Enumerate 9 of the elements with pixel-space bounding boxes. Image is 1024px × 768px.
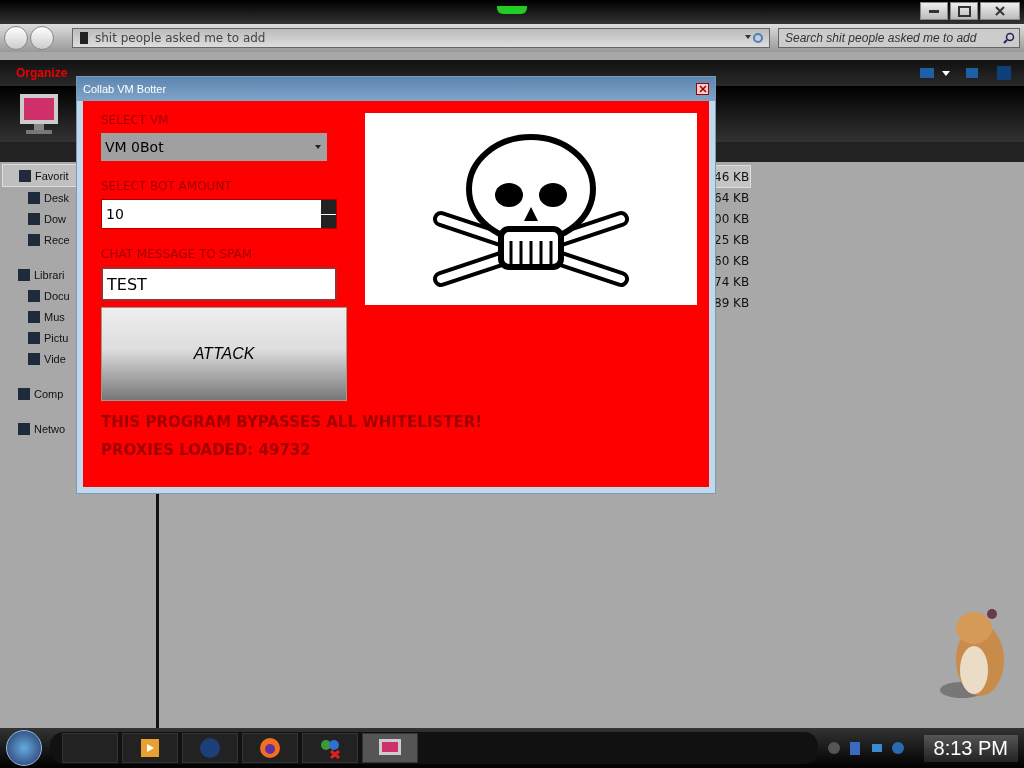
clock: 8:13 PM xyxy=(923,734,1018,762)
file-size: 46 KB xyxy=(714,166,750,187)
info-text: PROXIES LOADED: 49732 xyxy=(101,441,312,459)
field-label: SELECT VM xyxy=(101,113,170,127)
field-label: CHAT MESSAGE TO SPAM xyxy=(101,247,254,261)
info-text: THIS PROGRAM BYPASSES ALL WHITELISTER! xyxy=(101,413,484,431)
file-size: 74 KB xyxy=(714,273,750,291)
window-title: Collab VM Botter xyxy=(83,83,167,95)
field-label: SELECT BOT AMOUNT xyxy=(101,179,233,193)
